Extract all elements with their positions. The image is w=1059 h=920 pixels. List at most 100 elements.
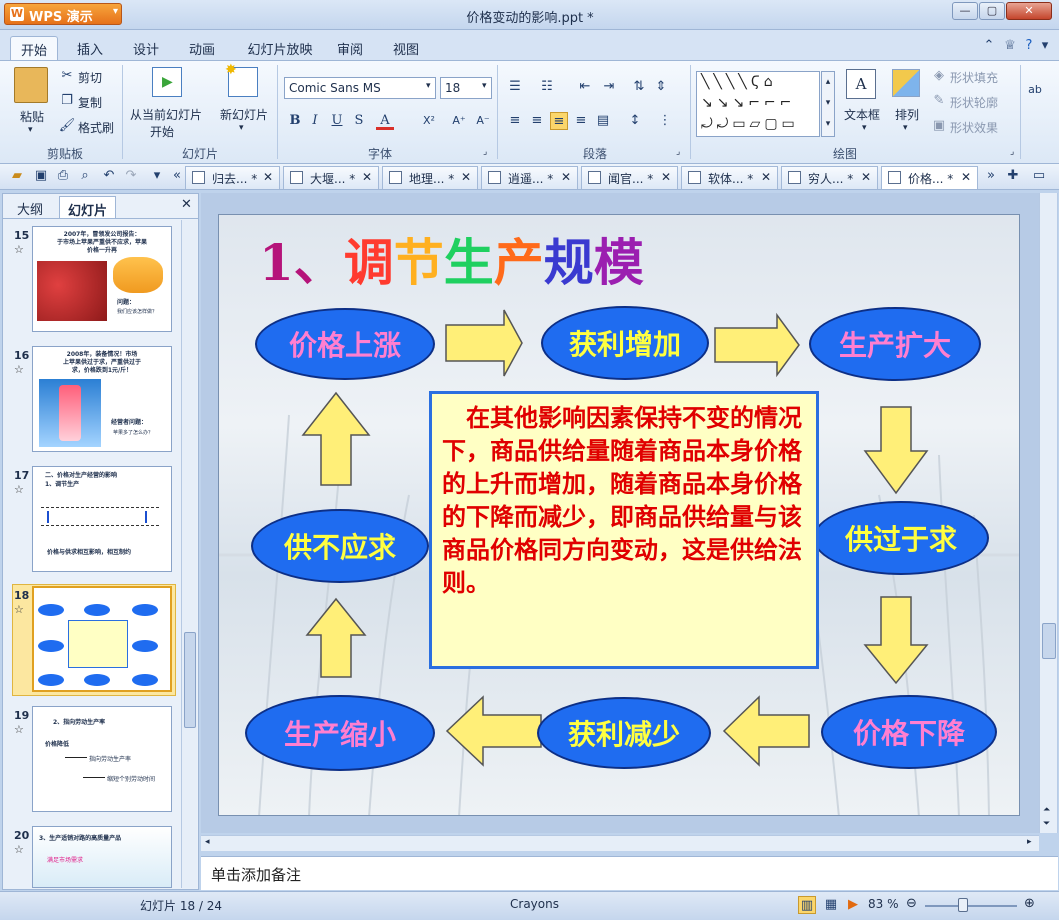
print-preview-icon[interactable]: ⌕ <box>76 167 94 185</box>
zoom-out-icon[interactable]: ⊖ <box>906 896 917 911</box>
supply-law-textbox[interactable]: 在其他影响因素保持不变的情况下，商品供给量随着商品本身价格的上升而增加，随着商品… <box>429 391 819 669</box>
doc-tab[interactable]: 闻官... * ✕ <box>581 166 678 189</box>
redo-icon[interactable]: ↷ <box>122 167 140 185</box>
prev-slide-icon[interactable]: ⏶ <box>1043 805 1050 815</box>
play-from-current-icon[interactable]: ▶ <box>152 67 182 97</box>
text-direction-icon[interactable]: ⇅ <box>630 78 648 96</box>
slide-thumbnail-19[interactable]: 2、指向劳动生产率 价格降低 指向劳动生产率 缩短个别劳动时间 <box>32 706 172 812</box>
bullets-icon[interactable]: ☰ <box>506 78 524 96</box>
format-painter-button[interactable]: 格式刷 <box>78 119 114 136</box>
undo-icon[interactable]: ↶ <box>100 167 118 185</box>
shapes-gallery-scroll[interactable]: ▴ ▾ ▾ <box>821 71 835 137</box>
drawing-dialog-launcher-icon[interactable]: ⌟ <box>1010 147 1014 157</box>
paragraph-dialog-launcher-icon[interactable]: ⌟ <box>676 147 680 157</box>
shape-fill-button[interactable]: 形状填充 <box>950 69 998 86</box>
tab-view[interactable]: 视图 <box>384 36 428 60</box>
slide-sorter-view-icon[interactable]: ▦ <box>822 896 840 914</box>
shrink-font-button[interactable]: A⁻ <box>474 112 492 130</box>
doc-tab[interactable]: 软体... * ✕ <box>681 166 778 189</box>
close-tab-icon[interactable]: ✕ <box>561 170 571 184</box>
slide-horizontal-scrollbar[interactable]: ◂ ▸ <box>201 835 1039 851</box>
new-slide-icon[interactable]: ✸ <box>225 62 258 97</box>
shapes-gallery[interactable]: ╲╲╲╲Ϛ⌂ ↘↘↘⌐⌐⌐ ⤾⤾▭▱▢▭ <box>696 71 820 137</box>
close-button[interactable]: ✕ <box>1006 2 1052 20</box>
slide-thumbnail-18[interactable] <box>32 586 172 692</box>
superscript-button[interactable]: X² <box>420 112 438 130</box>
slideshow-view-icon[interactable]: ▶ <box>844 896 862 914</box>
paste-icon[interactable] <box>14 67 48 103</box>
slide-canvas[interactable]: 1、调节生产规模 价格上涨 获利增加 生产扩大 供过于求 价格下降 获利减少 生… <box>218 214 1020 816</box>
scissors-icon[interactable]: ✂ <box>58 67 76 85</box>
from-current-slide-button-line2[interactable]: 开始 <box>150 123 174 140</box>
close-tab-icon[interactable]: ✕ <box>661 170 671 184</box>
font-size-dropdown-icon[interactable]: ▾ <box>482 81 487 91</box>
underline-button[interactable]: U <box>328 112 346 130</box>
customize-toolbar-icon[interactable]: ▾ <box>148 167 166 185</box>
save-icon[interactable]: ▣ <box>32 167 50 185</box>
close-tab-icon[interactable]: ✕ <box>263 170 273 184</box>
skin-icon[interactable]: ♕ <box>1001 37 1019 55</box>
slide-vertical-scrollbar[interactable]: ⏶ ⏷ <box>1039 193 1057 833</box>
textbox-button[interactable]: 文本框 <box>844 106 880 123</box>
scroll-tabs-left-icon[interactable]: « <box>168 167 186 185</box>
tab-slides[interactable]: 幻灯片 <box>59 196 117 219</box>
close-tab-icon[interactable]: ✕ <box>461 170 471 184</box>
tab-list-icon[interactable]: ▭ <box>1030 167 1048 185</box>
new-slide-button[interactable]: 新幻灯片 <box>220 106 268 123</box>
tab-insert[interactable]: 插入 <box>68 36 112 60</box>
print-icon[interactable]: ⎙ <box>54 167 72 185</box>
close-tab-icon[interactable]: ✕ <box>961 170 971 184</box>
scroll-left-icon[interactable]: ◂ <box>205 837 210 847</box>
grow-font-button[interactable]: A⁺ <box>450 112 468 130</box>
minimize-ribbon-icon[interactable]: ⌃ <box>980 37 998 55</box>
arrange-button[interactable]: 排列 <box>895 106 919 123</box>
scroll-tabs-right-icon[interactable]: » <box>982 167 1000 185</box>
paste-dropdown-icon[interactable]: ▾ <box>28 125 33 135</box>
slide-scrollbar-thumb[interactable] <box>1042 623 1056 659</box>
numbering-icon[interactable]: ☷ <box>538 78 556 96</box>
close-pane-icon[interactable]: ✕ <box>181 197 192 212</box>
slide-thumbnail-16[interactable]: 2008年，装备情况！市场 上苹果供过于求，严重供过于 求，价格跌到1元/斤！ … <box>32 346 172 452</box>
scroll-right-icon[interactable]: ▸ <box>1027 837 1032 847</box>
doc-tab[interactable]: 归去... * ✕ <box>185 166 280 189</box>
textbox-icon[interactable]: A <box>846 69 876 99</box>
more-icon[interactable]: ab <box>1026 81 1044 99</box>
tab-design[interactable]: 设计 <box>124 36 168 60</box>
paste-button[interactable]: 粘贴 <box>20 108 44 125</box>
notes-pane[interactable]: 单击添加备注 <box>201 856 1058 890</box>
align-left-icon[interactable]: ≡ <box>506 112 524 130</box>
arrange-icon[interactable] <box>892 69 920 97</box>
maximize-button[interactable]: ▢ <box>979 2 1005 20</box>
tab-review[interactable]: 审阅 <box>328 36 372 60</box>
tab-outline[interactable]: 大纲 <box>9 196 51 218</box>
justify-icon[interactable]: ≡ <box>572 112 590 130</box>
slides-scrollbar-thumb[interactable] <box>184 632 196 728</box>
doc-tab-active[interactable]: 价格... * ✕ <box>881 166 978 189</box>
shape-effect-button[interactable]: 形状效果 <box>950 119 998 136</box>
textbox-dropdown-icon[interactable]: ▾ <box>862 123 867 133</box>
doc-tab[interactable]: 穷人... * ✕ <box>781 166 878 189</box>
app-menu-button[interactable]: W WPS 演示 ▾ <box>4 3 122 25</box>
new-slide-dropdown-icon[interactable]: ▾ <box>239 123 244 133</box>
align-center-icon[interactable]: ≡ <box>528 112 546 130</box>
shape-outline-button[interactable]: 形状轮廓 <box>950 94 998 111</box>
doc-tab[interactable]: 逍遥... * ✕ <box>481 166 578 189</box>
columns-icon[interactable]: ⋮ <box>656 112 674 130</box>
copy-button[interactable]: 复制 <box>78 94 102 111</box>
tab-animation[interactable]: 动画 <box>180 36 224 60</box>
minimize-button[interactable]: — <box>952 2 978 20</box>
line-spacing-icon[interactable]: ↕ <box>626 112 644 130</box>
tab-slideshow[interactable]: 幻灯片放映 <box>238 36 322 60</box>
align-right-icon[interactable]: ≡ <box>550 112 568 130</box>
arrange-dropdown-icon[interactable]: ▾ <box>903 123 908 133</box>
slides-scrollbar[interactable] <box>181 220 197 888</box>
increase-indent-icon[interactable]: ⇥ <box>600 78 618 96</box>
italic-button[interactable]: I <box>306 112 324 130</box>
zoom-slider-thumb[interactable] <box>958 898 968 912</box>
close-tab-icon[interactable]: ✕ <box>861 170 871 184</box>
format-painter-icon[interactable]: 🖌 <box>58 117 76 135</box>
help-dropdown-icon[interactable]: ▾ <box>1036 37 1054 55</box>
cut-button[interactable]: 剪切 <box>78 69 102 86</box>
new-tab-icon[interactable]: ✚ <box>1004 167 1022 185</box>
normal-view-icon[interactable]: ▥ <box>798 896 816 914</box>
